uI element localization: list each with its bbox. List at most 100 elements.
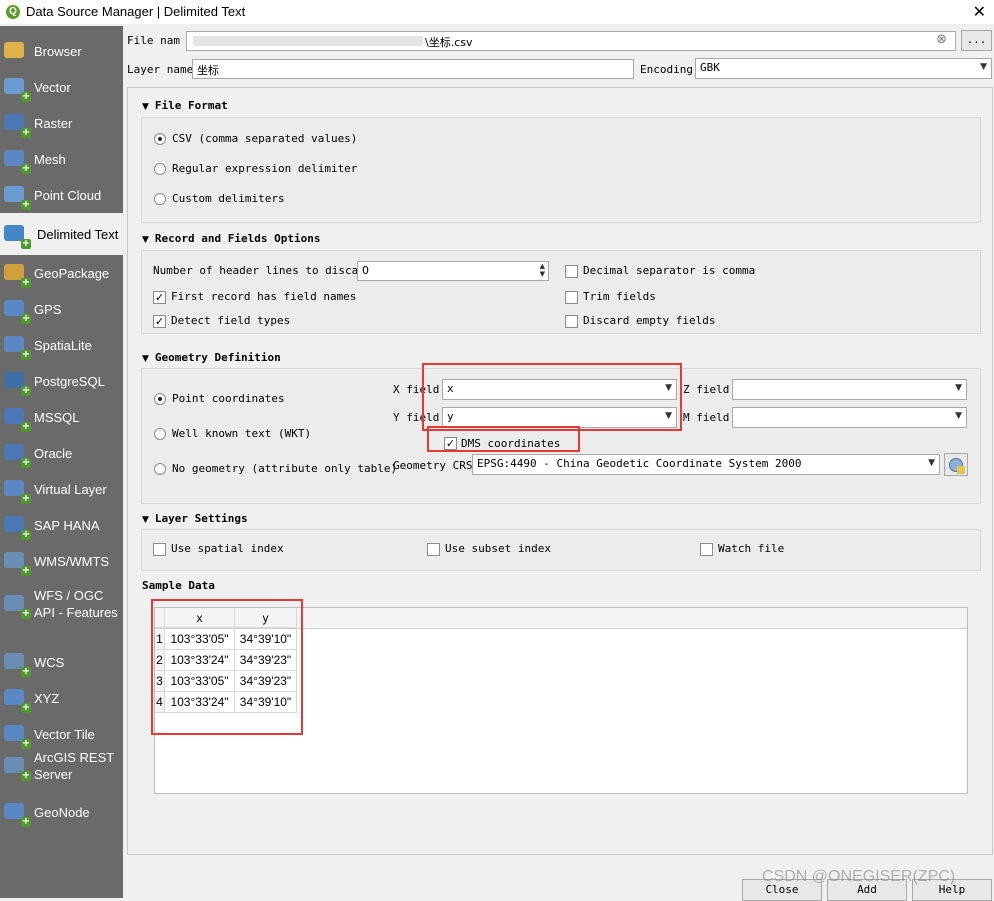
z-field-select[interactable]: ▼ — [732, 379, 967, 400]
sidebar-item-mssql[interactable]: + MSSQL — [0, 399, 123, 435]
sidebar-item-virtual-layer[interactable]: + Virtual Layer — [0, 471, 123, 507]
spatial-index-label: Use spatial index — [171, 542, 284, 555]
chevron-down-icon: ▼ — [928, 458, 935, 468]
dms-highlight — [427, 426, 580, 452]
discard-empty-checkbox[interactable] — [565, 315, 578, 328]
record-fields-header[interactable]: ▼ Record and Fields Options — [142, 232, 321, 245]
csv-label: CSV (comma separated values) — [172, 132, 358, 145]
sidebar-item-wfs[interactable]: + WFS / OGC API - Features — [0, 579, 123, 629]
window-title: Data Source Manager | Delimited Text — [26, 4, 246, 19]
sidebar-item-label: GeoNode — [34, 804, 90, 820]
xyz-icon: + — [2, 686, 31, 713]
browse-button[interactable]: ... — [961, 30, 992, 51]
sidebar-item-label: Oracle — [34, 445, 73, 461]
delimited-text-icon: + — [2, 222, 31, 249]
sidebar-item-label: XYZ — [34, 690, 60, 706]
add-plus-icon: + — [21, 421, 31, 432]
regex-label: Regular expression delimiter — [172, 162, 358, 175]
crs-select[interactable]: EPSG:4490 - China Geodetic Coordinate Sy… — [472, 454, 940, 475]
point-cloud-icon: + — [2, 183, 31, 210]
add-plus-icon: + — [21, 238, 31, 249]
mesh-icon: + — [2, 147, 31, 174]
sidebar-item-label: Delimited Text — [37, 226, 119, 242]
title-bar: Q Data Source Manager | Delimited Text ✕ — [0, 0, 994, 24]
close-window-icon[interactable]: ✕ — [973, 2, 986, 21]
decimal-comma-label: Decimal separator is comma — [583, 264, 756, 277]
m-field-select[interactable]: ▼ — [732, 407, 967, 428]
file-format-header[interactable]: ▼ File Format — [142, 99, 228, 112]
layer-name-input[interactable]: 坐标 — [192, 59, 634, 79]
spin-arrows-icon[interactable]: ▲ ▼ — [540, 262, 545, 278]
qgis-logo-icon: Q — [6, 5, 20, 19]
header-lines-value: 0 — [362, 264, 369, 277]
decimal-comma-checkbox[interactable] — [565, 265, 578, 278]
sidebar-item-label: Virtual Layer — [34, 481, 107, 497]
chevron-down-icon: ▼ — [980, 62, 987, 72]
collapse-triangle-icon: ▼ — [142, 235, 149, 245]
sidebar-item-postgresql[interactable]: + PostgreSQL — [0, 363, 123, 399]
first-record-checkbox[interactable]: ✓ — [153, 291, 166, 304]
sidebar-item-geopackage[interactable]: + GeoPackage — [0, 255, 123, 291]
sidebar-item-label: GPS — [34, 301, 62, 317]
sidebar-item-spatialite[interactable]: + SpatiaLite — [0, 327, 123, 363]
sidebar: Browser + Vector + Raster + Mesh + Point Cloud + D… — [0, 26, 123, 898]
sidebar-item-label: Vector — [34, 79, 71, 95]
sidebar-item-oracle[interactable]: + Oracle — [0, 435, 123, 471]
wkt-radio[interactable] — [154, 428, 166, 440]
point-coordinates-radio[interactable] — [154, 393, 166, 405]
file-name-value: \坐标.csv — [425, 36, 473, 49]
file-name-label: File nam — [127, 34, 180, 47]
custom-delimiters-radio[interactable] — [154, 193, 166, 205]
collapse-triangle-icon: ▼ — [142, 354, 149, 364]
csv-radio[interactable] — [154, 133, 166, 145]
sidebar-item-geonode[interactable]: + GeoNode — [0, 794, 123, 830]
geometry-header[interactable]: ▼ Geometry Definition — [142, 351, 281, 364]
sidebar-item-xyz[interactable]: + XYZ — [0, 680, 123, 716]
vector-tile-icon: + — [2, 722, 31, 749]
add-plus-icon: + — [21, 163, 31, 174]
sidebar-item-point-cloud[interactable]: + Point Cloud — [0, 177, 123, 213]
spatial-index-checkbox[interactable] — [153, 543, 166, 556]
file-name-input[interactable]: \坐标.csv ⊗ — [186, 31, 956, 51]
sidebar-item-sap-hana[interactable]: + SAP HANA — [0, 507, 123, 543]
crs-selector-button[interactable] — [944, 453, 968, 476]
regex-radio[interactable] — [154, 163, 166, 175]
trim-fields-checkbox[interactable] — [565, 291, 578, 304]
watermark: CSDN @ONEGISER(ZPC) — [762, 868, 956, 885]
no-geometry-radio[interactable] — [154, 463, 166, 475]
postgresql-icon: + — [2, 369, 31, 396]
settings-badge-icon — [957, 466, 965, 474]
clear-icon[interactable]: ⊗ — [936, 32, 947, 47]
header-lines-label: Number of header lines to discard — [153, 264, 372, 277]
sidebar-item-gps[interactable]: + GPS — [0, 291, 123, 327]
add-plus-icon: + — [21, 493, 31, 504]
sample-data-title: Sample Data — [142, 579, 215, 592]
sidebar-item-wcs[interactable]: + WCS — [0, 644, 123, 680]
sidebar-item-delimited-text[interactable]: + Delimited Text — [0, 213, 123, 255]
first-record-label: First record has field names — [171, 290, 357, 303]
add-plus-icon: + — [21, 313, 31, 324]
sidebar-item-folder[interactable]: Browser — [0, 33, 123, 69]
z-field-label: Z field — [683, 383, 730, 396]
sidebar-item-vector[interactable]: + Vector — [0, 69, 123, 105]
collapse-triangle-icon: ▼ — [142, 515, 149, 525]
encoding-select[interactable]: GBK ▼ — [695, 58, 992, 79]
add-plus-icon: + — [21, 91, 31, 102]
detect-types-checkbox[interactable]: ✓ — [153, 315, 166, 328]
sidebar-item-label: WMS/WMTS — [34, 553, 110, 569]
wcs-icon: + — [2, 650, 31, 677]
no-geometry-label: No geometry (attribute only table) — [172, 462, 398, 475]
sidebar-item-raster[interactable]: + Raster — [0, 105, 123, 141]
wfs-icon: + — [2, 592, 31, 619]
chevron-down-icon: ▼ — [955, 383, 962, 393]
layer-settings-header[interactable]: ▼ Layer Settings — [142, 512, 248, 525]
add-plus-icon: + — [21, 529, 31, 540]
watch-file-checkbox[interactable] — [700, 543, 713, 556]
sample-data-highlight — [151, 599, 303, 735]
subset-index-checkbox[interactable] — [427, 543, 440, 556]
sidebar-item-wms[interactable]: + WMS/WMTS — [0, 543, 123, 579]
sidebar-item-arcgis[interactable]: + ArcGIS REST Server — [0, 746, 123, 786]
sidebar-item-mesh[interactable]: + Mesh — [0, 141, 123, 177]
header-lines-spinbox[interactable]: 0 ▲ ▼ — [357, 261, 549, 281]
add-plus-icon: + — [21, 608, 31, 619]
